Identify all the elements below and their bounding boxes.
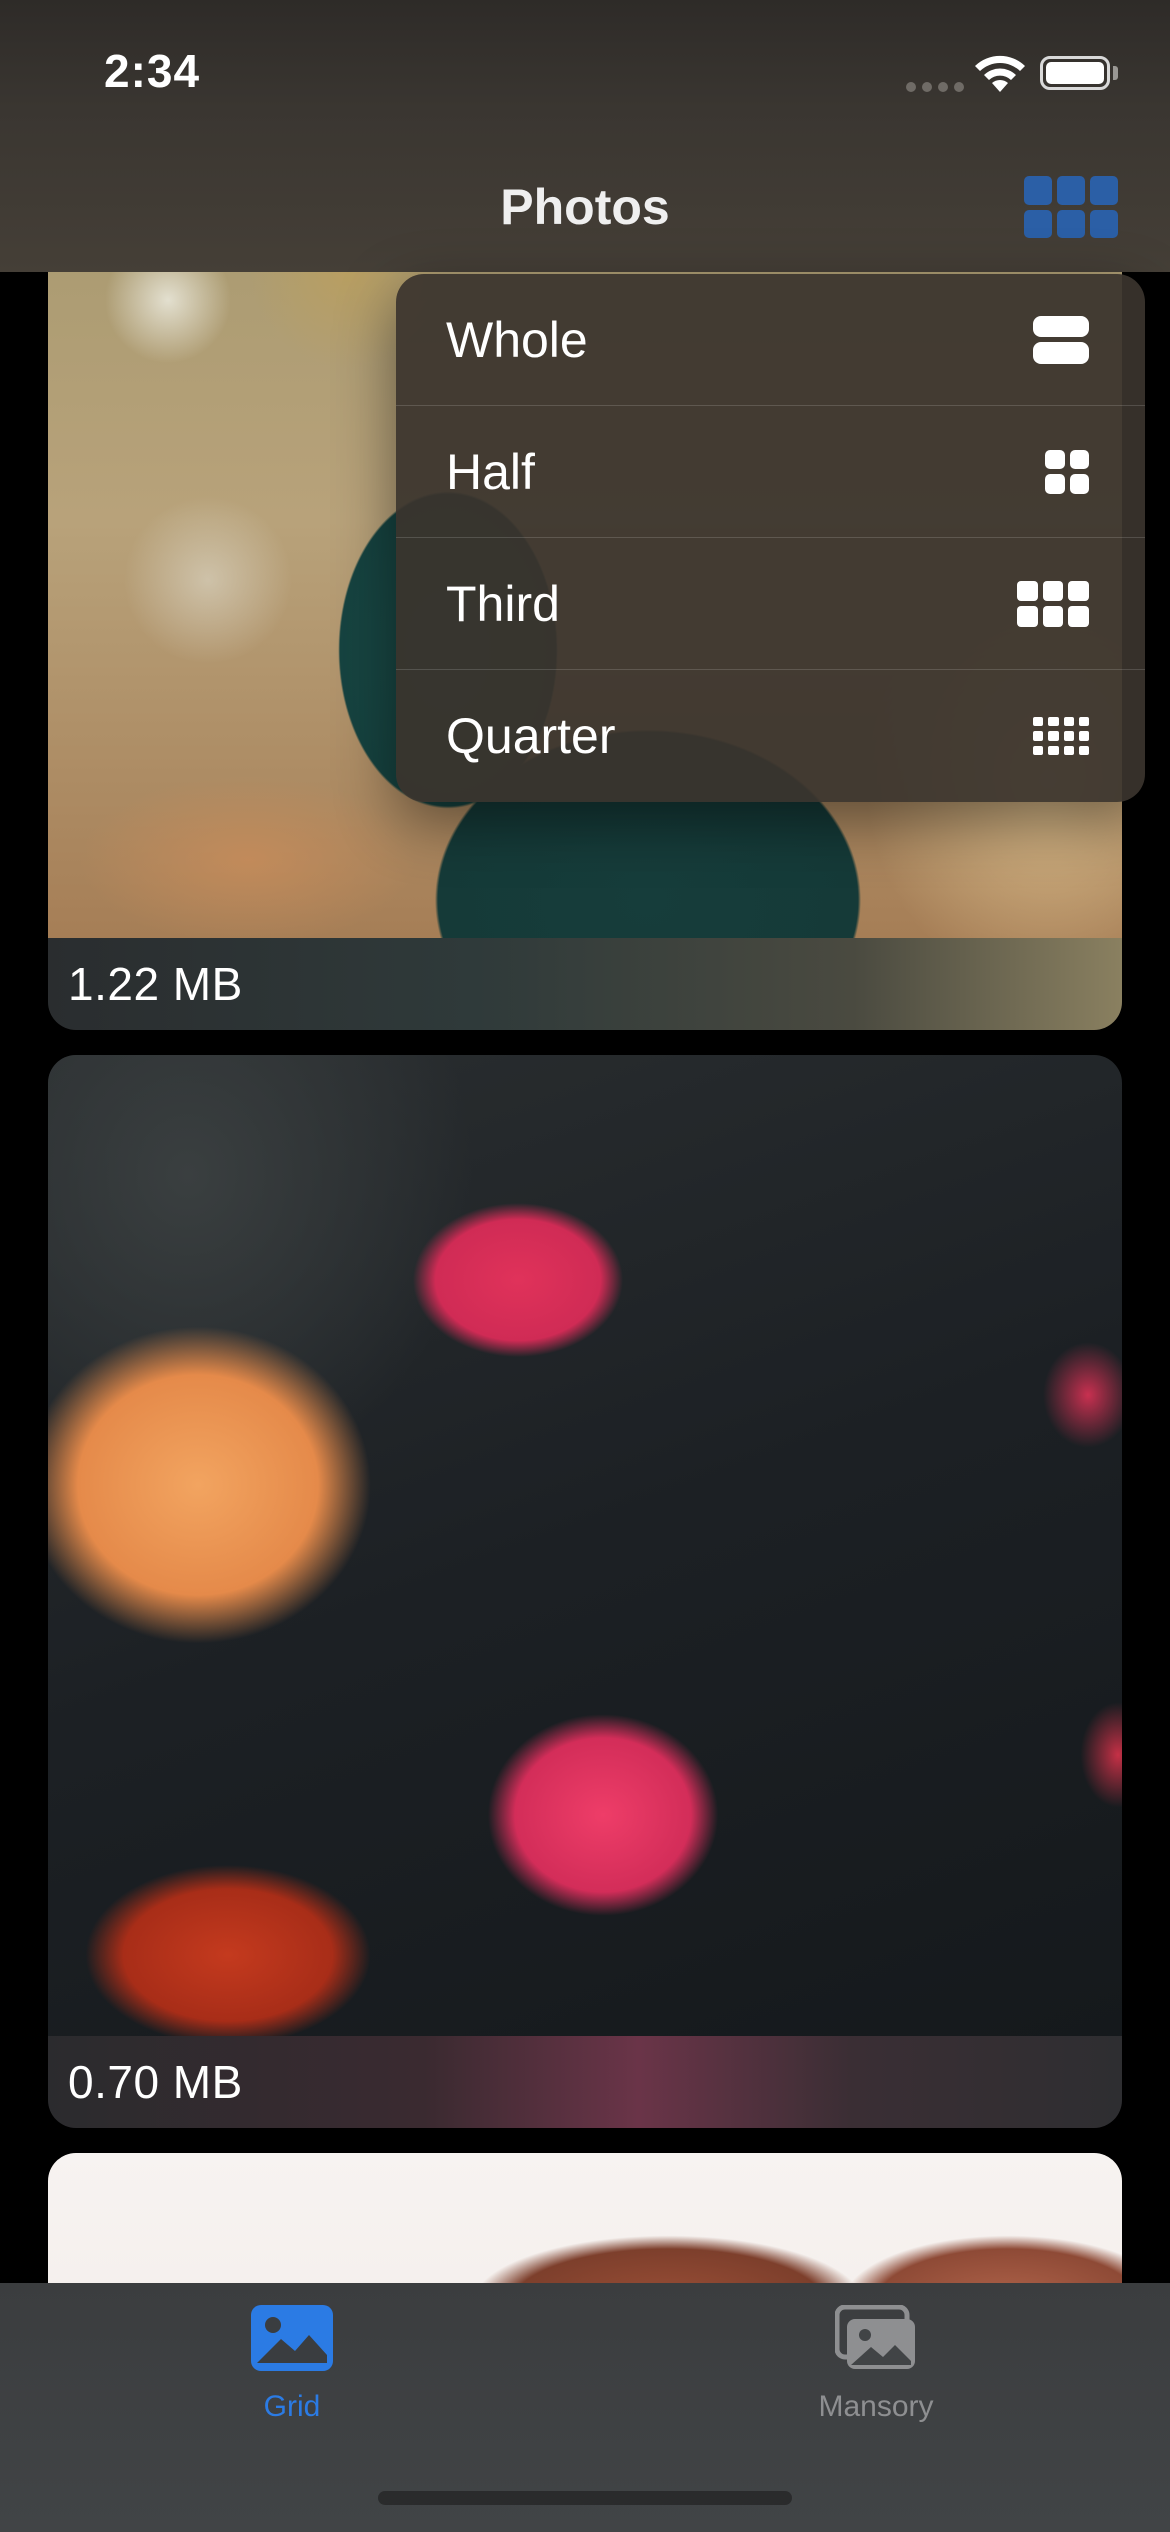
status-bar: 2:34 [0,0,1170,150]
photo-caption-bar: 1.22 MB [48,938,1122,1030]
grid-2x2-icon [1045,449,1089,494]
menu-item-quarter[interactable]: Quarter [396,670,1145,802]
grid-4x3-icon [1033,717,1089,755]
tab-grid[interactable]: Grid [162,2305,422,2424]
photo-image[interactable] [48,1055,1122,2037]
menu-item-third[interactable]: Third [396,538,1145,670]
status-time: 2:34 [104,45,201,97]
tab-label: Mansory [818,2390,934,2423]
menu-item-label: Whole [446,311,588,368]
page-title: Photos [500,179,670,235]
menu-item-whole[interactable]: Whole [396,274,1145,406]
grid-layout-button[interactable] [1024,176,1118,238]
photo-size-label: 0.70 MB [68,2056,243,2108]
home-indicator [378,2491,792,2505]
menu-item-label: Half [446,443,535,500]
photo-icon [251,2305,333,2371]
photo-caption-bar: 0.70 MB [48,2036,1122,2128]
photo-card[interactable]: 0.70 MB [48,1055,1122,2128]
battery-tip [1113,66,1118,80]
photo-stack-icon [834,2304,915,2369]
tab-label: Grid [263,2390,321,2423]
cellular-signal-icon [906,82,964,92]
photo-size-label: 1.22 MB [68,958,243,1010]
layout-menu: Whole Half Third Quarter [396,274,1145,802]
tab-mansory[interactable]: Mansory [746,2304,1006,2424]
menu-item-label: Quarter [446,708,616,764]
battery-icon [1040,56,1110,90]
grid-3x2-icon [1017,580,1089,627]
navigation-bar: 2:34 Photos [0,0,1170,272]
wifi-icon [975,55,1025,92]
rows-2-icon [1033,315,1089,364]
menu-item-half[interactable]: Half [396,406,1145,538]
menu-item-label: Third [446,575,560,632]
